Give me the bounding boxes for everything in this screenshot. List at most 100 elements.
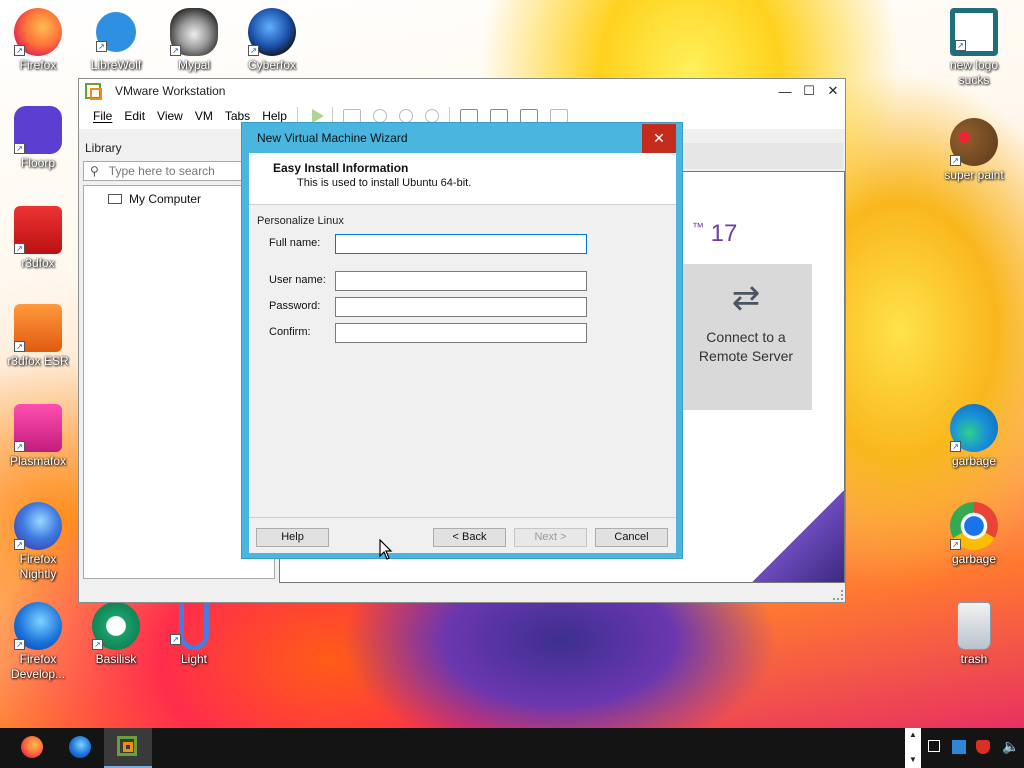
desktop-icon-librewolf[interactable]: ↗ LibreWolf	[78, 8, 154, 73]
desktop-icon-label: new logo sucks	[949, 58, 999, 87]
snapshot-manager-icon[interactable]	[424, 109, 439, 123]
minimize-icon[interactable]: —	[773, 84, 797, 99]
shortcut-arrow-icon: ↗	[14, 539, 25, 550]
desktop-icon-firefox[interactable]: ↗ Firefox	[0, 8, 76, 73]
help-button[interactable]: Help	[256, 528, 329, 547]
desktop-icon-label: trash	[960, 652, 988, 666]
full-screen-icon[interactable]	[519, 109, 538, 123]
shield-icon[interactable]	[976, 740, 990, 754]
chevron-up-icon[interactable]: ▲	[905, 728, 921, 741]
volume-icon[interactable]: 🔈	[1002, 738, 1019, 754]
full-name-field[interactable]	[335, 234, 587, 254]
full-name-label: Full name:	[269, 237, 321, 249]
taskbar-firefox-dev-button[interactable]	[56, 728, 104, 768]
menu-help[interactable]: Help	[256, 109, 293, 123]
power-on-icon[interactable]	[311, 109, 324, 123]
librewolf-icon: ↗	[92, 8, 140, 56]
shortcut-arrow-icon: ↗	[14, 441, 25, 452]
user-name-label: User name:	[269, 274, 326, 286]
workstation-version-logo: ™ 17	[692, 220, 738, 247]
desktop-icon-cyberfox[interactable]: ↗ Cyberfox	[234, 8, 310, 73]
user-name-field[interactable]	[335, 271, 587, 291]
desktop-icon-label: Firefox	[19, 58, 57, 72]
desktop-icon-light[interactable]: ↗ Light	[156, 602, 232, 667]
desktop-icon-garbage-chrome[interactable]: ↗ garbage	[936, 502, 1012, 567]
wizard-title[interactable]: New Virtual Machine Wizard	[242, 123, 682, 153]
next-button[interactable]: Next >	[514, 528, 587, 547]
vmware-titlebar[interactable]: VMware Workstation — ☐ ✕	[79, 79, 845, 103]
taskbar-vmware-button[interactable]	[104, 728, 152, 768]
desktop-icon-label: r3dfox ESR	[7, 354, 69, 368]
back-button[interactable]: < Back	[433, 528, 506, 547]
desktop-icon-mypal[interactable]: ↗ Mypal	[156, 8, 232, 73]
menu-edit[interactable]: Edit	[118, 109, 151, 123]
taskbar-firefox-button[interactable]	[8, 728, 56, 768]
shortcut-arrow-icon: ↗	[92, 639, 103, 650]
firefox-nightly-icon: ↗	[14, 502, 62, 550]
desktop-icon-trash[interactable]: trash	[936, 602, 1012, 667]
chevron-down-icon[interactable]: ▼	[905, 753, 921, 766]
desktop-icon-label: super paint	[944, 168, 1004, 182]
desktop-icon-label: Firefox Develop...	[10, 652, 66, 681]
shortcut-arrow-icon: ↗	[950, 155, 961, 166]
desktop-icon-r3dfox-esr[interactable]: ↗ r3dfox ESR	[0, 304, 76, 369]
desktop-icon-firefox-nightly[interactable]: ↗ Firefox Nightly	[0, 502, 76, 582]
console-view-icon[interactable]	[549, 109, 568, 123]
floorp-icon: ↗	[14, 106, 62, 154]
desktop-icon-label: Cyberfox	[247, 58, 297, 72]
shortcut-arrow-icon: ↗	[14, 45, 25, 56]
vmware-app-icon	[117, 736, 137, 756]
thumbnail-bar-icon[interactable]	[489, 109, 508, 123]
cyberfox-icon: ↗	[248, 8, 296, 56]
close-icon[interactable]: ✕	[821, 83, 845, 99]
desktop-icon-label: r3dfox	[21, 256, 55, 270]
shortcut-arrow-icon: ↗	[950, 539, 961, 550]
mouse-cursor-icon	[379, 539, 393, 560]
desktop-icon-garbage-edge[interactable]: ↗ garbage	[936, 404, 1012, 469]
desktop-icon-new-logo-sucks[interactable]: ↗ new logo sucks	[936, 8, 1012, 88]
edge-icon: ↗	[950, 404, 998, 452]
wizard-header: Easy Install Information This is used to…	[249, 153, 676, 205]
palette-icon: ↗	[950, 118, 998, 166]
shortcut-arrow-icon: ↗	[14, 243, 25, 254]
menu-view[interactable]: View	[151, 109, 189, 123]
resize-grip-icon[interactable]	[833, 590, 843, 600]
wizard-body: Easy Install Information This is used to…	[249, 153, 676, 553]
floorp-tray-icon[interactable]	[952, 740, 966, 754]
snapshot-icon[interactable]	[372, 109, 387, 123]
connect-remote-server-card[interactable]: ⇄ Connect to a Remote Server	[680, 264, 812, 410]
shortcut-arrow-icon: ↗	[170, 634, 181, 645]
menu-tabs[interactable]: Tabs	[219, 109, 256, 123]
send-keys-icon[interactable]	[342, 109, 361, 123]
revert-snapshot-icon[interactable]	[398, 109, 413, 123]
confirm-password-field[interactable]	[335, 323, 587, 343]
desktop-icon-r3dfox[interactable]: ↗ r3dfox	[0, 206, 76, 271]
task-view-icon[interactable]	[928, 740, 940, 752]
desktop-icon-floorp[interactable]: ↗ Floorp	[0, 106, 76, 171]
wizard-close-button[interactable]: ✕	[642, 124, 676, 153]
desktop-icon-super-paint[interactable]: ↗ super paint	[936, 118, 1012, 183]
desktop-icon-plasmafox[interactable]: ↗ Plasmafox	[0, 404, 76, 469]
desktop-icon-firefox-developer[interactable]: ↗ Firefox Develop...	[0, 602, 76, 682]
menu-vm[interactable]: VM	[189, 109, 219, 123]
password-field[interactable]	[335, 297, 587, 317]
cancel-button[interactable]: Cancel	[595, 528, 668, 547]
r3dfox-esr-icon: ↗	[14, 304, 62, 352]
maximize-icon[interactable]: ☐	[797, 83, 821, 99]
wizard-header-title: Easy Install Information	[273, 161, 409, 175]
exchange-arrows-icon: ⇄	[731, 279, 761, 317]
show-library-icon[interactable]	[459, 109, 478, 123]
shortcut-arrow-icon: ↗	[14, 341, 25, 352]
menu-file[interactable]: File	[87, 109, 118, 123]
computer-icon	[108, 194, 122, 204]
vs-logo-icon: ↗	[950, 8, 998, 56]
wizard-header-subtitle: This is used to install Ubuntu 64-bit.	[297, 177, 472, 189]
shortcut-arrow-icon: ↗	[950, 441, 961, 452]
taskbar-scroll-arrows[interactable]: ▲ ▼	[905, 728, 921, 768]
connect-card-label-line2: Remote Server	[698, 348, 794, 364]
shortcut-arrow-icon: ↗	[14, 143, 25, 154]
basilisk-icon: ↗	[92, 602, 140, 650]
shortcut-arrow-icon: ↗	[96, 41, 107, 52]
desktop-icon-label: Firefox Nightly	[19, 552, 57, 581]
desktop-icon-basilisk[interactable]: ↗ Basilisk	[78, 602, 154, 667]
